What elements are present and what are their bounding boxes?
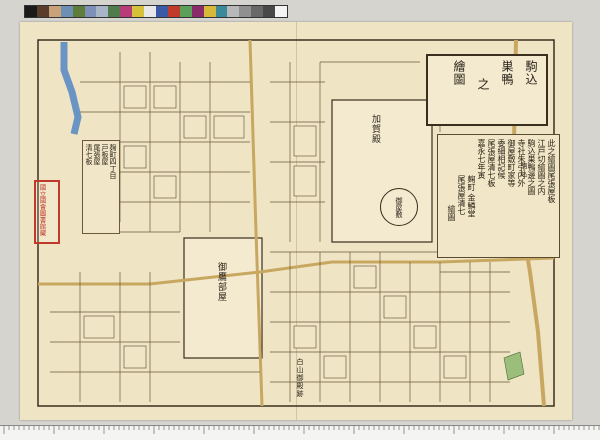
- notes-line: 此之繪圖尾張屋板: [547, 139, 556, 203]
- title-column: 之: [476, 78, 490, 91]
- notes-line: 江戸切繪圖之内: [537, 139, 546, 195]
- color-swatch: [263, 6, 276, 17]
- color-swatch: [275, 6, 287, 17]
- color-swatch: [191, 6, 204, 17]
- notes-line: 委細相記候: [497, 139, 506, 179]
- publisher-line: 麹町四丁目: [109, 144, 117, 179]
- color-swatch: [25, 6, 37, 17]
- notes-line: 尾張屋清七: [457, 175, 466, 215]
- color-swatch: [120, 6, 133, 17]
- notes-line: 嘉永七年寅: [477, 139, 486, 179]
- publisher-line: 清七板: [85, 144, 93, 165]
- notes-line: 麹町 金鱗堂: [467, 175, 476, 218]
- notes-line: 繪圖: [447, 205, 456, 221]
- color-swatch: [227, 6, 240, 17]
- notes-line: 御屋敷町家等: [507, 139, 516, 187]
- color-swatch: [203, 6, 216, 17]
- color-swatch: [48, 6, 61, 17]
- color-swatch: [96, 6, 109, 17]
- title-column: 繪圖: [452, 60, 466, 86]
- map-sheet: 駒込 巣鴨 之 繪圖 此之繪圖尾張屋板 江戸切繪圖之内 駒込巣鴨邊之圖 寺社朱引…: [20, 22, 572, 420]
- color-swatch: [60, 6, 73, 17]
- map-label: 白山御殿跡: [296, 358, 304, 398]
- scale-ruler: [0, 425, 600, 440]
- color-swatch: [167, 6, 180, 17]
- color-swatch: [251, 6, 264, 17]
- green-area: [503, 351, 525, 381]
- color-calibration-strip: [24, 5, 288, 18]
- publisher-box: 麹町四丁目 戸板屋 尾張屋 清七板: [82, 140, 120, 234]
- color-swatch: [36, 6, 49, 17]
- stamp-text: 國立國會圖書館藏: [38, 184, 46, 236]
- notes-box: 此之繪圖尾張屋板 江戸切繪圖之内 駒込巣鴨邊之圖 寺社朱引内外 御屋敷町家等 委…: [437, 134, 560, 258]
- color-swatch: [72, 6, 85, 17]
- scan-viewer: 駒込 巣鴨 之 繪圖 此之繪圖尾張屋板 江戸切繪圖之内 駒込巣鴨邊之圖 寺社朱引…: [0, 0, 600, 440]
- color-swatch: [155, 6, 168, 17]
- color-swatch: [144, 6, 156, 17]
- map-label: 駒込: [520, 162, 528, 178]
- main-road: [38, 256, 555, 286]
- river: [60, 42, 82, 135]
- color-swatch: [239, 6, 252, 17]
- color-swatch: [84, 6, 97, 17]
- color-swatch: [215, 6, 228, 17]
- color-swatch: [132, 6, 145, 17]
- notes-line: 駒込巣鴨邊之圖: [527, 139, 536, 195]
- title-column: 駒込: [524, 60, 538, 86]
- map-label: 加賀殿: [370, 114, 380, 144]
- color-swatch: [108, 6, 121, 17]
- publisher-line: 尾張屋: [93, 144, 101, 165]
- title-column: 巣鴨: [500, 60, 514, 86]
- color-swatch: [179, 6, 192, 17]
- notes-line: 尾張屋清七板: [487, 139, 496, 187]
- estate-block: [331, 99, 433, 243]
- round-seal: 御屋敷: [380, 188, 418, 226]
- publisher-line: 戸板屋: [101, 144, 109, 165]
- map-label: 御鷹部屋: [216, 262, 226, 302]
- title-cartouche: 駒込 巣鴨 之 繪圖: [426, 54, 548, 126]
- library-stamp: 國立國會圖書館藏: [34, 180, 60, 244]
